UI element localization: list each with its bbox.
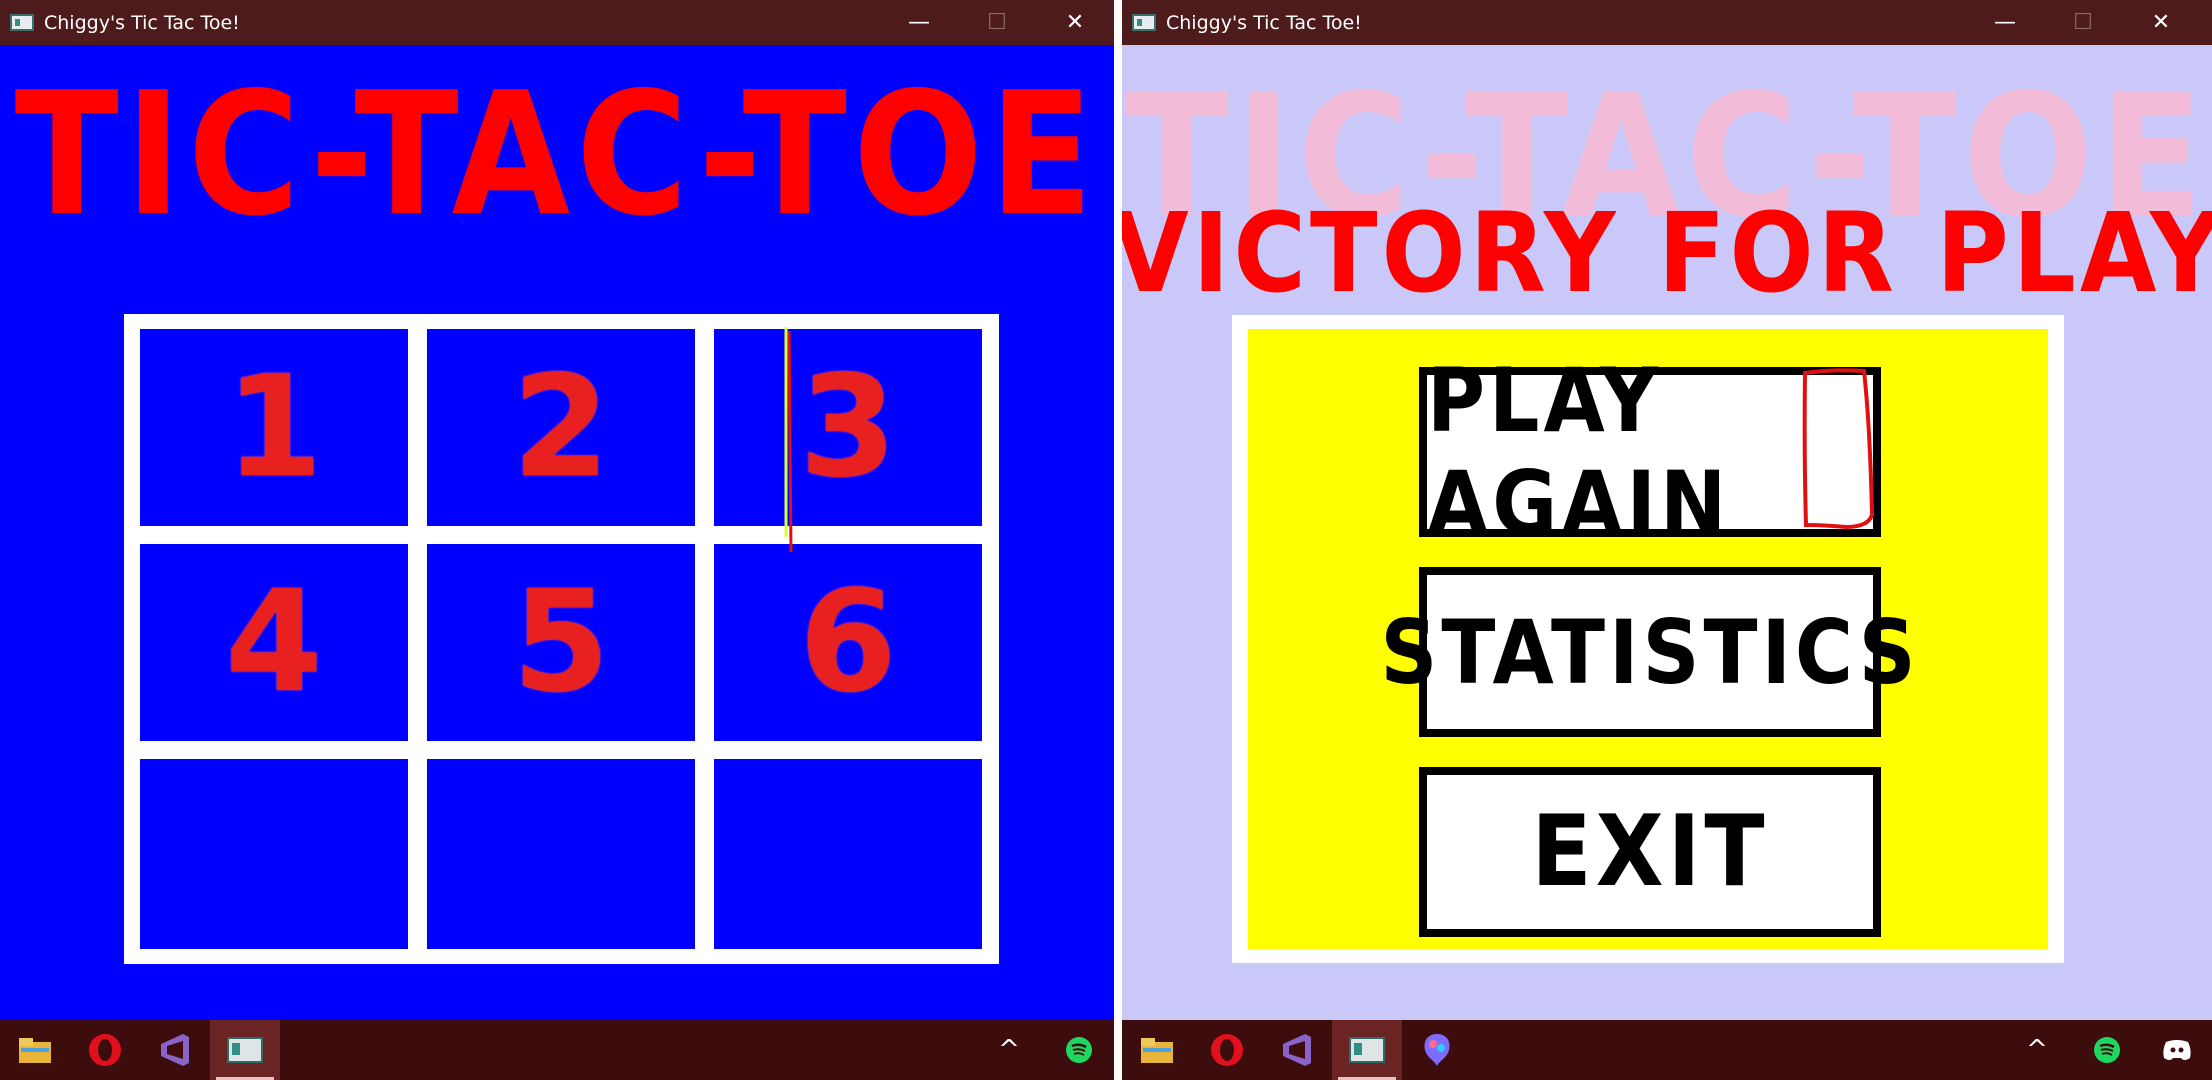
exit-button[interactable]: EXIT: [1419, 767, 1881, 937]
board-cell-5[interactable]: 5: [427, 544, 695, 741]
taskbar-left: ^: [0, 1020, 1114, 1080]
tictactoe-app-icon[interactable]: [1332, 1020, 1402, 1080]
board-cell-7[interactable]: [140, 759, 408, 949]
board-cell-8[interactable]: [427, 759, 695, 949]
board-cell-9[interactable]: [714, 759, 982, 949]
annotation-box: [1802, 368, 1875, 530]
menu-panel: PLAY AGAIN STATISTICS EXIT: [1232, 315, 2064, 963]
folder-icon[interactable]: [1122, 1020, 1192, 1080]
left-title-bar[interactable]: Chiggy's Tic Tac Toe! — ☐ ✕: [0, 0, 1114, 45]
maximize-button[interactable]: ☐: [958, 0, 1036, 45]
chevron-up-icon[interactable]: ^: [2002, 1020, 2072, 1080]
visual-studio-icon[interactable]: [1262, 1020, 1332, 1080]
board-cell-1[interactable]: 1: [140, 329, 408, 526]
left-game-window: Chiggy's Tic Tac Toe! — ☐ ✕ TIC-TAC-TOE …: [0, 0, 1114, 1080]
app-window-icon: [10, 14, 34, 31]
opera-icon[interactable]: [1192, 1020, 1262, 1080]
app-window-icon: [1132, 14, 1156, 31]
minimize-button[interactable]: —: [880, 0, 958, 45]
window-title: Chiggy's Tic Tac Toe!: [44, 11, 240, 34]
result-screen: TIC-TAC-TOE VICTORY FOR PLAYER 1 [O] PLA…: [1122, 45, 2212, 1020]
maximize-button[interactable]: ☐: [2044, 0, 2122, 45]
board-cell-6[interactable]: 6: [714, 544, 982, 741]
spotify-icon[interactable]: [1044, 1020, 1114, 1080]
minimize-button[interactable]: —: [1966, 0, 2044, 45]
board-cell-2[interactable]: 2: [427, 329, 695, 526]
window-divider: [1114, 0, 1122, 1080]
discord-icon[interactable]: [2142, 1020, 2212, 1080]
spotify-icon[interactable]: [2072, 1020, 2142, 1080]
menu-panel-inner: PLAY AGAIN STATISTICS EXIT: [1248, 329, 2048, 949]
annotation-line: [784, 327, 793, 553]
tictactoe-app-icon[interactable]: [210, 1020, 280, 1080]
chevron-up-icon[interactable]: ^: [974, 1020, 1044, 1080]
game-heading: TIC-TAC-TOE: [14, 56, 1100, 254]
paint-icon[interactable]: [1402, 1020, 1472, 1080]
visual-studio-icon[interactable]: [140, 1020, 210, 1080]
taskbar-right: ^: [1122, 1020, 2212, 1080]
window-title: Chiggy's Tic Tac Toe!: [1166, 11, 1362, 34]
right-game-window: Chiggy's Tic Tac Toe! — ☐ ✕ TIC-TAC-TOE …: [1122, 0, 2212, 1080]
close-button[interactable]: ✕: [1036, 0, 1114, 45]
folder-icon[interactable]: [0, 1020, 70, 1080]
board-cell-3[interactable]: 3: [714, 329, 982, 526]
game-board: 1 2 3 4 5 6: [124, 314, 999, 964]
game-canvas: TIC-TAC-TOE 1 2 3 4 5 6: [0, 45, 1114, 1020]
opera-icon[interactable]: [70, 1020, 140, 1080]
right-title-bar[interactable]: Chiggy's Tic Tac Toe! — ☐ ✕: [1122, 0, 2212, 45]
victory-message: VICTORY FOR PLAYER 1 [O]: [1122, 189, 2212, 317]
close-button[interactable]: ✕: [2122, 0, 2200, 45]
board-cell-4[interactable]: 4: [140, 544, 408, 741]
